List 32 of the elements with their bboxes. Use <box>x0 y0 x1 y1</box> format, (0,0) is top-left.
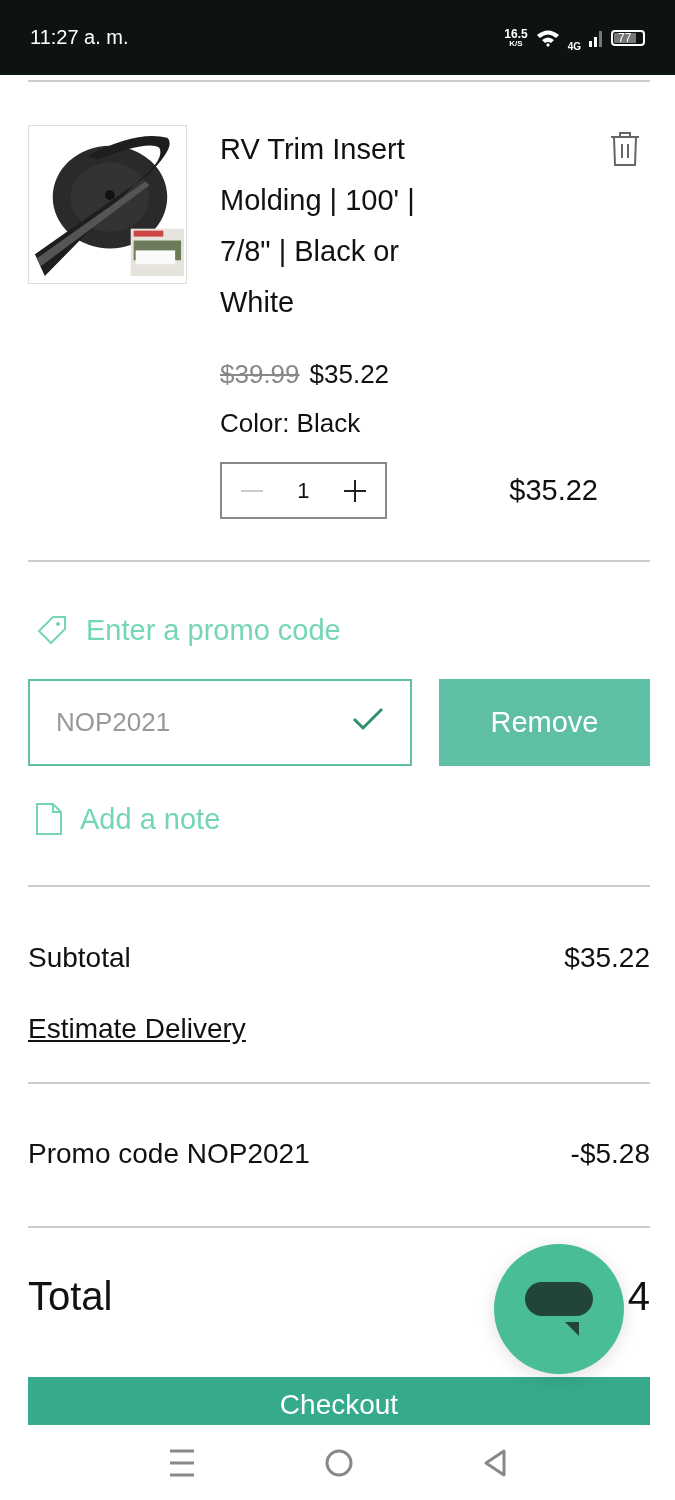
quantity-stepper[interactable]: 1 <box>220 462 387 519</box>
signal-icon <box>589 28 603 47</box>
total-value: 4 <box>627 1273 650 1319</box>
total-label: Total <box>28 1273 113 1319</box>
battery-indicator: 77 <box>611 29 645 46</box>
checkout-button[interactable]: Checkout <box>28 1377 650 1425</box>
discount-label: Promo code NOP2021 <box>28 1138 310 1170</box>
original-price: $39.99 <box>220 358 300 391</box>
estimate-delivery-link[interactable]: Estimate Delivery <box>28 1004 246 1054</box>
add-note-link[interactable]: Add a note <box>28 785 221 853</box>
chat-bubble-icon <box>525 1282 593 1336</box>
discount-value: -$5.28 <box>570 1138 650 1170</box>
network-type: 4G <box>567 41 581 52</box>
promo-code-link[interactable]: Enter a promo code <box>28 596 341 664</box>
product-title[interactable]: RV Trim Insert Molding | 100' | 7/8" | Black or White <box>220 124 460 328</box>
remove-button[interactable]: Remove <box>439 679 650 766</box>
home-icon[interactable] <box>324 1448 353 1477</box>
document-icon <box>36 803 62 835</box>
line-total: $35.22 <box>509 474 598 507</box>
trash-icon[interactable] <box>610 131 640 167</box>
promo-code-field[interactable]: NOP2021 <box>28 679 412 766</box>
network-speed: 16.5 <box>504 27 528 40</box>
wifi-icon <box>535 28 560 47</box>
subtotal-label: Subtotal <box>28 942 131 974</box>
product-option: Color: Black <box>220 403 650 443</box>
tag-icon <box>36 614 68 646</box>
subtotal-value: $35.22 <box>564 942 650 974</box>
menu-icon[interactable] <box>168 1448 195 1477</box>
speed-unit: K/S <box>509 39 523 48</box>
back-icon[interactable] <box>482 1448 507 1477</box>
status-time: 11:27 a. m. <box>30 26 129 49</box>
sale-price: $35.22 <box>309 358 390 391</box>
